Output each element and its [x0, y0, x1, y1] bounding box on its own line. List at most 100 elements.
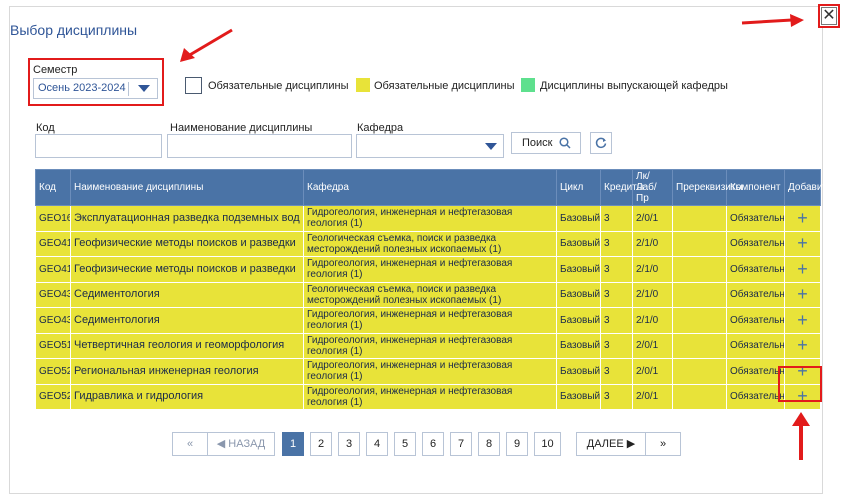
cell-cycle: Базовый	[556, 205, 601, 232]
cell-dept: Гидрогеология, инженерная и нефтегазовая…	[303, 332, 557, 359]
pager-page-3[interactable]: 3	[338, 432, 360, 456]
cell-credits: 3	[600, 205, 633, 232]
dialog-title: Выбор дисциплины	[10, 22, 138, 38]
cell-component: Обязательный	[726, 358, 785, 385]
cell-dept: Гидрогеология, инженерная и нефтегазовая…	[303, 205, 557, 232]
dept-filter-label: Кафедра	[357, 122, 404, 134]
table-row: GEO512Четвертичная геология и геоморфоло…	[35, 332, 821, 359]
pager-page-7[interactable]: 7	[450, 432, 472, 456]
cell-code: GEO512	[35, 332, 71, 359]
cell-prereq	[672, 230, 727, 257]
pager-first-button[interactable]: «	[172, 432, 208, 456]
cell-component: Обязательный	[726, 205, 785, 232]
arrow-annotation-close	[741, 14, 804, 27]
cell-code: GEO522	[35, 383, 71, 410]
pager-last-button[interactable]: »	[645, 432, 681, 456]
table-row: GEO439СедиментологияГеологическая съемка…	[35, 281, 821, 308]
pager-next-button[interactable]: ДАЛЕЕ ▶	[576, 432, 646, 456]
cell-cycle: Базовый	[556, 230, 601, 257]
header-hours: Лк/Лаб/Пр	[632, 169, 673, 206]
dept-filter-select[interactable]	[356, 134, 504, 158]
header-code: Код	[35, 169, 71, 206]
legend-text-graduating-dept: Дисциплины выпускающей кафедры	[540, 80, 728, 92]
refresh-icon	[595, 137, 607, 149]
pager-page-4[interactable]: 4	[366, 432, 388, 456]
cell-credits: 3	[600, 383, 633, 410]
cell-prereq	[672, 358, 727, 385]
pager-page-6[interactable]: 6	[422, 432, 444, 456]
header-prereq: Пререквизиты	[672, 169, 743, 206]
name-filter-input[interactable]	[167, 134, 352, 158]
cell-hours: 2/1/0	[632, 281, 673, 308]
code-filter-input[interactable]	[35, 134, 162, 158]
cell-credits: 3	[600, 307, 633, 334]
add-discipline-button[interactable]: +	[784, 205, 821, 232]
cell-component: Обязательный	[726, 332, 785, 359]
cell-name: Региональная инженерная геология	[70, 358, 304, 385]
code-filter-label: Код	[36, 122, 55, 134]
table-row: GEO439СедиментологияГидрогеология, инжен…	[35, 307, 821, 334]
cell-name: Геофизические методы поисков и разведки	[70, 256, 304, 283]
legend-text-required: Обязательные дисциплины	[208, 80, 349, 92]
add-discipline-button[interactable]: +	[784, 281, 821, 308]
cell-component: Обязательный	[726, 230, 785, 257]
cell-prereq	[672, 256, 727, 283]
add-discipline-button[interactable]: +	[784, 230, 821, 257]
cell-cycle: Базовый	[556, 307, 601, 334]
legend-text-required-yellow: Обязательные дисциплины	[374, 80, 515, 92]
refresh-button[interactable]	[590, 132, 612, 154]
name-filter-label: Наименование дисциплины	[170, 122, 313, 134]
add-discipline-button[interactable]: +	[784, 256, 821, 283]
cell-prereq	[672, 205, 727, 232]
header-component: Компонент	[726, 169, 785, 206]
cell-hours: 2/1/0	[632, 230, 673, 257]
chevron-down-icon	[138, 85, 150, 92]
cell-name: Гидравлика и гидрология	[70, 383, 304, 410]
cell-name: Седиментология	[70, 307, 304, 334]
close-button[interactable]: ✕	[818, 4, 840, 28]
cell-credits: 3	[600, 281, 633, 308]
cell-code: GEO439	[35, 281, 71, 308]
pager-page-2[interactable]: 2	[310, 432, 332, 456]
legend-swatch-required-yellow	[356, 78, 370, 92]
cell-dept: Геологическая съемка, поиск и разведка м…	[303, 281, 557, 308]
arrow-annotation-semester	[180, 28, 233, 62]
pager-page-5[interactable]: 5	[394, 432, 416, 456]
cell-prereq	[672, 281, 727, 308]
cell-code: GEO411	[35, 230, 71, 257]
chevron-down-icon	[485, 143, 497, 150]
cell-prereq	[672, 383, 727, 410]
cell-code: GEO160	[35, 205, 71, 232]
semester-select[interactable]: Осень 2023-2024	[33, 78, 158, 99]
cell-code: GEO411	[35, 256, 71, 283]
semester-value: Осень 2023-2024	[38, 82, 126, 94]
cell-code: GEO521	[35, 358, 71, 385]
cell-prereq	[672, 307, 727, 334]
cell-name: Эксплуатационная разведка подземных вод	[70, 205, 304, 232]
cell-component: Обязательный	[726, 281, 785, 308]
legend-swatch-graduating-dept	[521, 78, 535, 92]
search-button[interactable]: Поиск	[511, 132, 581, 154]
semester-divider	[128, 82, 129, 96]
cell-cycle: Базовый	[556, 383, 601, 410]
header-dept: Кафедра	[303, 169, 557, 206]
table-row: GEO411Геофизические методы поисков и раз…	[35, 256, 821, 283]
cell-credits: 3	[600, 230, 633, 257]
add-discipline-button[interactable]: +	[784, 307, 821, 334]
cell-dept: Гидрогеология, инженерная и нефтегазовая…	[303, 256, 557, 283]
search-button-label: Поиск	[522, 137, 553, 149]
pager-prev-button[interactable]: ◀ НАЗАД	[207, 432, 275, 456]
cell-dept: Геологическая съемка, поиск и разведка м…	[303, 230, 557, 257]
pager-page-1[interactable]: 1	[282, 432, 304, 456]
cell-hours: 2/0/1	[632, 332, 673, 359]
add-discipline-button[interactable]: +	[784, 332, 821, 359]
table-row: GEO521Региональная инженерная геологияГи…	[35, 358, 821, 385]
cell-dept: Гидрогеология, инженерная и нефтегазовая…	[303, 307, 557, 334]
pager-page-10[interactable]: 10	[534, 432, 561, 456]
pager-page-9[interactable]: 9	[506, 432, 528, 456]
add-button-highlight	[778, 366, 822, 402]
table-row: GEO522Гидравлика и гидрологияГидрогеолог…	[35, 383, 821, 410]
pager-page-8[interactable]: 8	[478, 432, 500, 456]
cell-cycle: Базовый	[556, 281, 601, 308]
table-row: GEO411Геофизические методы поисков и раз…	[35, 230, 821, 257]
